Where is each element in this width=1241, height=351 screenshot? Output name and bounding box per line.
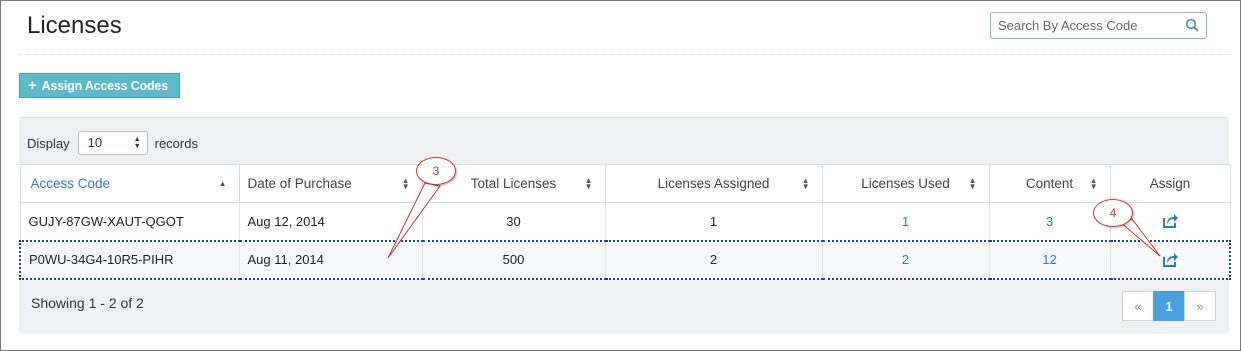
cell-date-of-purchase: Aug 12, 2014 [238,202,423,241]
cell-access-code: GUJY-87GW-XAUT-QGOT [19,202,240,241]
cell-total-licenses: 30 [421,202,606,241]
licenses-panel: Display 10 ▲ ▼ records Access Code ▲ Date… [19,117,1231,334]
column-header-licenses-used[interactable]: Licenses Used ▲ ▼ [821,164,990,203]
callout-3: 3 [416,157,456,185]
share-icon[interactable] [1161,212,1179,230]
search-icon[interactable] [1185,18,1199,32]
title-divider [19,54,1229,55]
page-title: Licenses [27,12,122,39]
cell-licenses-used-link[interactable]: 2 [821,239,990,280]
showing-count: Showing 1 - 2 of 2 [31,295,144,311]
select-arrows-icon: ▲ ▼ [133,136,141,150]
search-input[interactable] [991,13,1171,38]
pagination-next-button[interactable]: » [1184,291,1216,321]
sort-icon: ▲ ▼ [968,176,977,191]
display-suffix: records [154,135,198,151]
search-box[interactable] [990,12,1207,39]
cell-licenses-used-link[interactable]: 1 [821,202,990,241]
records-per-page-value: 10 [87,135,103,150]
cell-assign [1109,239,1231,280]
sort-icon: ▲ ▼ [401,176,410,191]
cell-total-licenses: 500 [421,239,606,280]
cell-licenses-assigned: 1 [604,202,823,241]
pagination-prev-button[interactable]: « [1122,291,1154,321]
table-row-selected: P0WU-34G4-10R5-PIHR Aug 11, 2014 500 2 2… [19,239,1231,280]
sort-asc-icon: ▲ [218,179,227,188]
display-prefix: Display [27,135,70,151]
table-row: GUJY-87GW-XAUT-QGOT Aug 12, 2014 30 1 1 … [19,202,1231,241]
display-control: Display 10 ▲ ▼ records [27,131,198,155]
assign-access-codes-button[interactable]: + Assign Access Codes [19,73,180,98]
plus-icon: + [28,77,37,94]
sort-icon: ▲ ▼ [584,176,593,191]
assign-access-codes-label: Assign Access Codes [41,78,169,93]
cell-content-link[interactable]: 12 [988,239,1111,280]
cell-licenses-assigned: 2 [604,239,823,280]
pagination: « 1 » [1122,291,1216,321]
sort-icon: ▲ ▼ [801,176,810,191]
cell-date-of-purchase: Aug 11, 2014 [238,239,423,280]
column-header-content[interactable]: Content ▲ ▼ [988,164,1111,203]
column-header-date-of-purchase[interactable]: Date of Purchase ▲ ▼ [238,164,423,203]
column-header-assign: Assign [1109,164,1231,203]
share-icon[interactable] [1161,251,1179,269]
table-header-row: Access Code ▲ Date of Purchase ▲ ▼ Total … [19,164,1231,203]
column-header-licenses-assigned[interactable]: Licenses Assigned ▲ ▼ [604,164,823,203]
column-header-access-code[interactable]: Access Code ▲ [19,164,240,203]
sort-icon: ▲ ▼ [1089,176,1098,191]
cell-access-code: P0WU-34G4-10R5-PIHR [19,239,240,280]
cell-content-link[interactable]: 3 [988,202,1111,241]
callout-4: 4 [1093,199,1133,227]
pagination-page-button[interactable]: 1 [1153,291,1185,321]
records-per-page-select[interactable]: 10 ▲ ▼ [77,131,148,155]
licenses-table: Access Code ▲ Date of Purchase ▲ ▼ Total … [19,164,1231,280]
